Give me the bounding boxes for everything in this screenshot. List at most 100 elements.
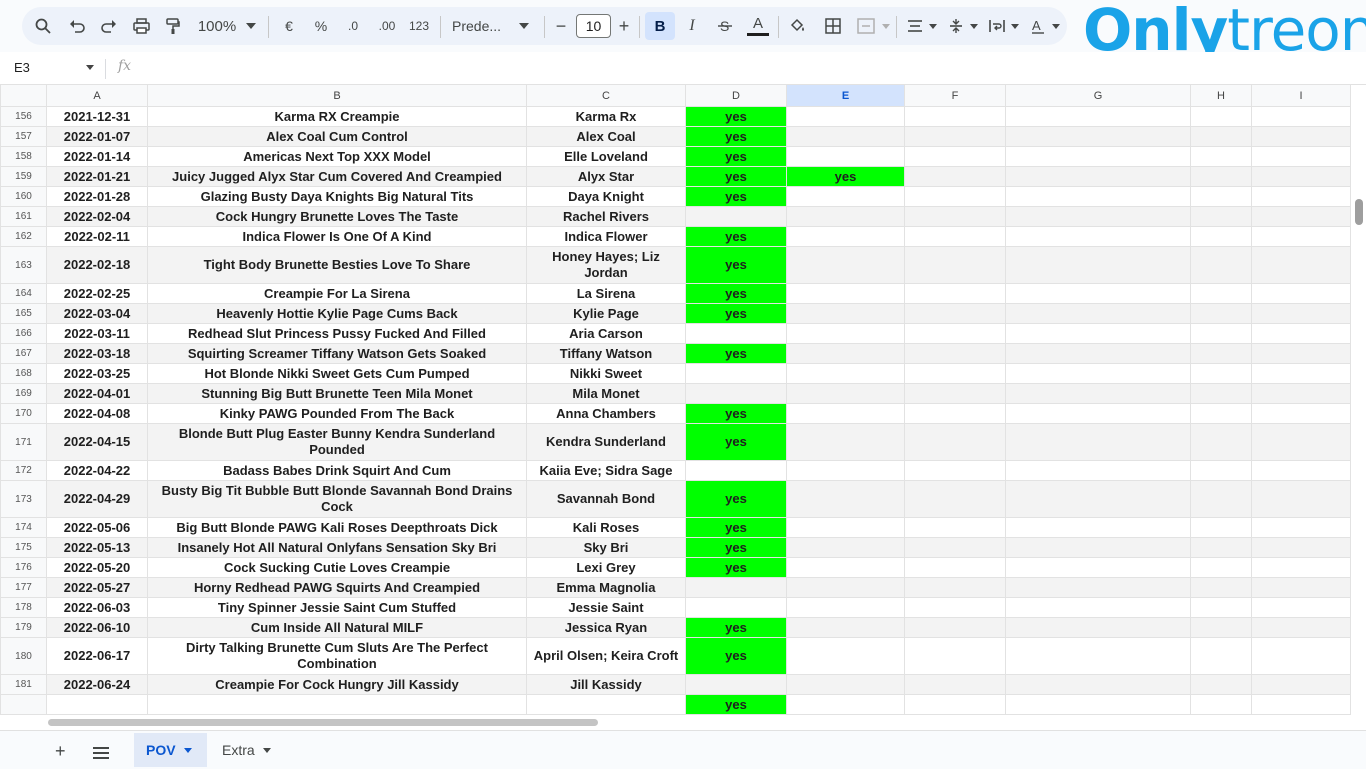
cell-date[interactable]: 2022-02-04: [46, 206, 148, 227]
cell-f[interactable]: [904, 303, 1006, 324]
cell-performer[interactable]: Kendra Sunderland: [526, 423, 686, 461]
cell-d[interactable]: [685, 597, 787, 618]
cell-i[interactable]: [1251, 106, 1351, 127]
cell-g[interactable]: [1005, 226, 1191, 247]
cell-e[interactable]: [786, 323, 905, 344]
cell-title[interactable]: Insanely Hot All Natural Onlyfans Sensat…: [147, 537, 527, 558]
cell-performer[interactable]: Indica Flower: [526, 226, 686, 247]
cell-d[interactable]: yes: [685, 226, 787, 247]
cell-performer[interactable]: Tiffany Watson: [526, 343, 686, 364]
cell-date[interactable]: 2022-04-01: [46, 383, 148, 404]
cell-i[interactable]: [1251, 206, 1351, 227]
row-number[interactable]: 166: [0, 323, 47, 344]
chevron-down-icon[interactable]: [928, 16, 938, 36]
cell-e[interactable]: [786, 226, 905, 247]
cell-date[interactable]: 2022-02-18: [46, 246, 148, 284]
cell-e[interactable]: [786, 423, 905, 461]
cell-i[interactable]: [1251, 557, 1351, 578]
cell-e[interactable]: [786, 343, 905, 364]
cell-date[interactable]: 2022-01-28: [46, 186, 148, 207]
cell-d[interactable]: yes: [685, 423, 787, 461]
cell-d[interactable]: [685, 674, 787, 695]
vertical-align-icon[interactable]: [947, 16, 965, 36]
cell-performer[interactable]: Alyx Star: [526, 166, 686, 187]
cell-g[interactable]: [1005, 694, 1191, 715]
cell-f[interactable]: [904, 460, 1006, 481]
cell-i[interactable]: [1251, 283, 1351, 304]
cell-e[interactable]: [786, 517, 905, 538]
cell-performer[interactable]: Elle Loveland: [526, 146, 686, 167]
text-wrap-icon[interactable]: [988, 16, 1006, 36]
cell-title[interactable]: Indica Flower Is One Of A Kind: [147, 226, 527, 247]
cell-date[interactable]: 2022-03-25: [46, 363, 148, 384]
cell-i[interactable]: [1251, 517, 1351, 538]
cell-d[interactable]: yes: [685, 343, 787, 364]
cell-i[interactable]: [1251, 423, 1351, 461]
cell-i[interactable]: [1251, 577, 1351, 598]
cell-d[interactable]: [685, 206, 787, 227]
chevron-down-icon[interactable]: [518, 16, 530, 36]
cell-h[interactable]: [1190, 363, 1252, 384]
cell-title[interactable]: Tiny Spinner Jessie Saint Cum Stuffed: [147, 597, 527, 618]
cell-e[interactable]: [786, 283, 905, 304]
cell-h[interactable]: [1190, 106, 1252, 127]
cell-h[interactable]: [1190, 480, 1252, 518]
select-all-corner[interactable]: [0, 84, 47, 107]
row-number[interactable]: 163: [0, 246, 47, 284]
cell-d[interactable]: yes: [685, 617, 787, 638]
add-sheet-button[interactable]: +: [55, 741, 66, 762]
cell-title[interactable]: Juicy Jugged Alyx Star Cum Covered And C…: [147, 166, 527, 187]
cell-f[interactable]: [904, 246, 1006, 284]
cell-e[interactable]: [786, 146, 905, 167]
cell-h[interactable]: [1190, 323, 1252, 344]
bold-button[interactable]: B: [645, 12, 675, 40]
italic-button[interactable]: I: [684, 16, 700, 36]
cell-e[interactable]: [786, 694, 905, 715]
cell-title[interactable]: Badass Babes Drink Squirt And Cum: [147, 460, 527, 481]
cell-g[interactable]: [1005, 283, 1191, 304]
cell-g[interactable]: [1005, 637, 1191, 675]
row-number[interactable]: 167: [0, 343, 47, 364]
cell-d[interactable]: yes: [685, 186, 787, 207]
row-number[interactable]: 161: [0, 206, 47, 227]
cell-i[interactable]: [1251, 403, 1351, 424]
cell-h[interactable]: [1190, 577, 1252, 598]
cell-d[interactable]: [685, 460, 787, 481]
cell-date[interactable]: 2022-03-18: [46, 343, 148, 364]
cell-performer[interactable]: Alex Coal: [526, 126, 686, 147]
cell-f[interactable]: [904, 323, 1006, 344]
cell-d[interactable]: yes: [685, 106, 787, 127]
cell-h[interactable]: [1190, 694, 1252, 715]
cell-d[interactable]: yes: [685, 283, 787, 304]
cell-i[interactable]: [1251, 537, 1351, 558]
cell-h[interactable]: [1190, 403, 1252, 424]
row-number[interactable]: 173: [0, 480, 47, 518]
cell-performer[interactable]: Karma Rx: [526, 106, 686, 127]
cell-performer[interactable]: Jessie Saint: [526, 597, 686, 618]
merge-cells-icon[interactable]: [856, 16, 878, 36]
cell-d[interactable]: yes: [685, 303, 787, 324]
cell-f[interactable]: [904, 226, 1006, 247]
cell-date[interactable]: 2022-05-27: [46, 577, 148, 598]
cell-d[interactable]: yes: [685, 694, 787, 715]
cell-date[interactable]: 2022-06-17: [46, 637, 148, 675]
cell-title[interactable]: Busty Big Tit Bubble Butt Blonde Savanna…: [147, 480, 527, 518]
cell-e[interactable]: [786, 303, 905, 324]
cell-d[interactable]: yes: [685, 146, 787, 167]
cell-performer[interactable]: Mila Monet: [526, 383, 686, 404]
cell-g[interactable]: [1005, 383, 1191, 404]
cell-g[interactable]: [1005, 597, 1191, 618]
cell-d[interactable]: yes: [685, 403, 787, 424]
cell-f[interactable]: [904, 480, 1006, 518]
cell-i[interactable]: [1251, 460, 1351, 481]
cell-g[interactable]: [1005, 617, 1191, 638]
cell-title[interactable]: Alex Coal Cum Control: [147, 126, 527, 147]
cell-g[interactable]: [1005, 323, 1191, 344]
cell-date[interactable]: 2022-05-20: [46, 557, 148, 578]
cell-d[interactable]: yes: [685, 557, 787, 578]
cell-f[interactable]: [904, 146, 1006, 167]
row-number[interactable]: [0, 694, 47, 715]
cell-g[interactable]: [1005, 206, 1191, 227]
cell-h[interactable]: [1190, 206, 1252, 227]
cell-g[interactable]: [1005, 557, 1191, 578]
